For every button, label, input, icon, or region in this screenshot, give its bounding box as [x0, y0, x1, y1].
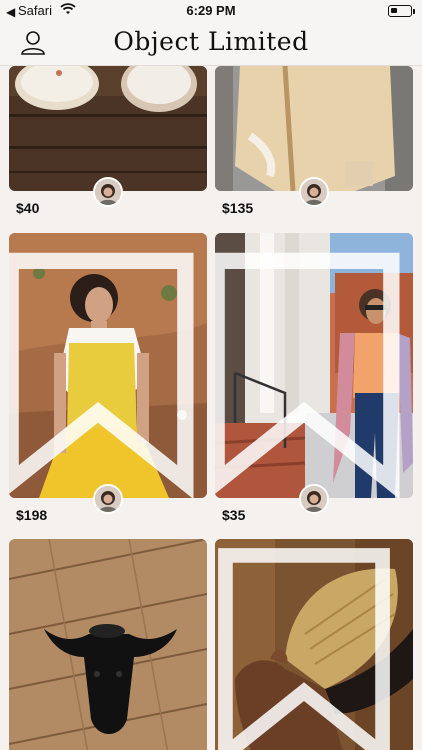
product-price: $135	[222, 200, 254, 216]
product-image[interactable]	[215, 233, 413, 498]
product-image[interactable]	[9, 66, 207, 191]
header: Object Limited	[0, 22, 422, 66]
product-price: $35	[222, 507, 246, 523]
product-image[interactable]	[9, 233, 207, 498]
product-price: $40	[16, 200, 40, 216]
seller-avatar[interactable]	[299, 177, 329, 207]
status-bar: ◀ Safari 6:29 PM	[0, 0, 422, 22]
product-grid: $40 $135 $198 $35	[0, 66, 422, 750]
bookmark-icon[interactable]	[215, 239, 403, 498]
seller-avatar[interactable]	[299, 484, 329, 514]
product-image[interactable]	[215, 66, 413, 191]
clock: 6:29 PM	[186, 3, 236, 18]
battery-level	[391, 8, 397, 13]
brand-title: Object Limited	[113, 27, 309, 56]
seller-avatar[interactable]	[93, 177, 123, 207]
battery-icon	[388, 5, 415, 17]
bookmark-icon[interactable]	[9, 239, 197, 498]
product-image[interactable]	[9, 539, 207, 750]
product-price: $198	[16, 507, 48, 523]
bookmark-icon[interactable]	[215, 545, 403, 750]
seller-avatar[interactable]	[93, 484, 123, 514]
product-image[interactable]	[215, 539, 413, 750]
